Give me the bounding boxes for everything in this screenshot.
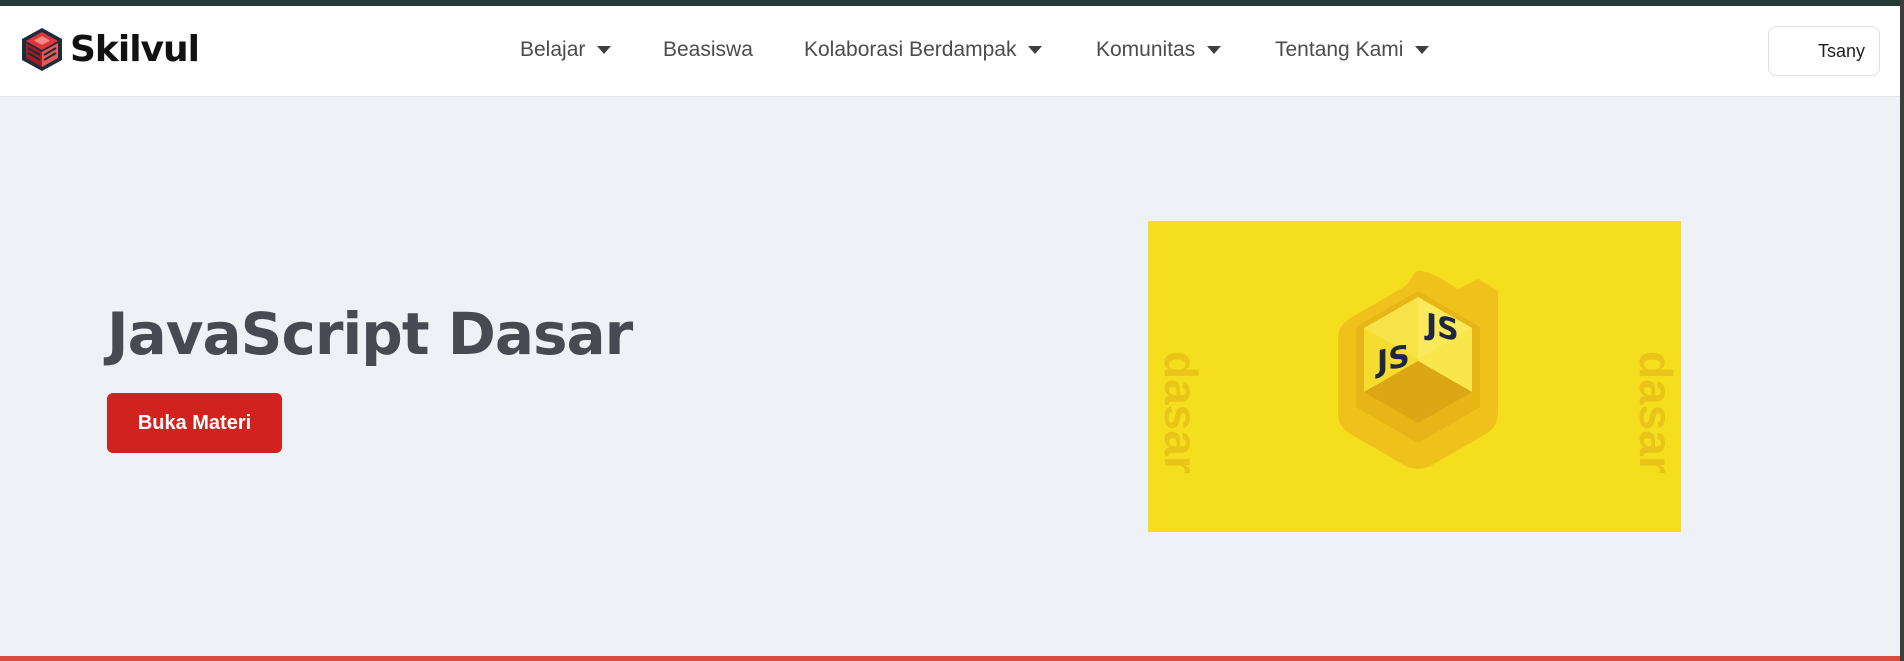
nav-item-label: Tentang Kami [1275, 38, 1404, 61]
nav-item-label: Kolaborasi Berdampak [804, 38, 1017, 61]
caret-down-icon [1415, 46, 1430, 54]
caret-down-icon [1028, 46, 1043, 54]
side-label-right: dasar [1630, 351, 1681, 474]
bottom-accent-strip [0, 656, 1900, 661]
user-menu-button[interactable]: Tsany [1768, 26, 1880, 76]
js-cube-icon: JS JS [1338, 271, 1498, 469]
nav-item-label: Belajar [520, 38, 586, 61]
site-header: Skilvul Belajar Beasiswa Kolaborasi Berd… [0, 6, 1900, 97]
user-name: Tsany [1817, 40, 1865, 61]
caret-down-icon [597, 46, 612, 54]
nav-item-beasiswa[interactable]: Beasiswa [663, 38, 753, 62]
nav-item-tentang-kami[interactable]: Tentang Kami [1275, 38, 1430, 62]
side-label-left: dasar [1155, 351, 1207, 474]
nav-item-belajar[interactable]: Belajar [520, 38, 612, 62]
main-navigation: Belajar Beasiswa Kolaborasi Berdampak Ko… [0, 6, 1900, 96]
nav-item-label: Beasiswa [663, 38, 753, 61]
course-thumbnail: dasar dasar JS JS [1148, 221, 1681, 532]
window-edge [1900, 0, 1904, 661]
cube-label-left: JS [1375, 339, 1410, 381]
nav-item-komunitas[interactable]: Komunitas [1096, 38, 1222, 62]
caret-down-icon [1207, 46, 1222, 54]
course-title: JavaScript Dasar [107, 300, 633, 368]
nav-item-kolaborasi-berdampak[interactable]: Kolaborasi Berdampak [804, 38, 1043, 62]
cube-label-right: JS [1424, 307, 1459, 349]
open-material-button[interactable]: Buka Materi [107, 393, 282, 453]
nav-item-label: Komunitas [1096, 38, 1196, 61]
